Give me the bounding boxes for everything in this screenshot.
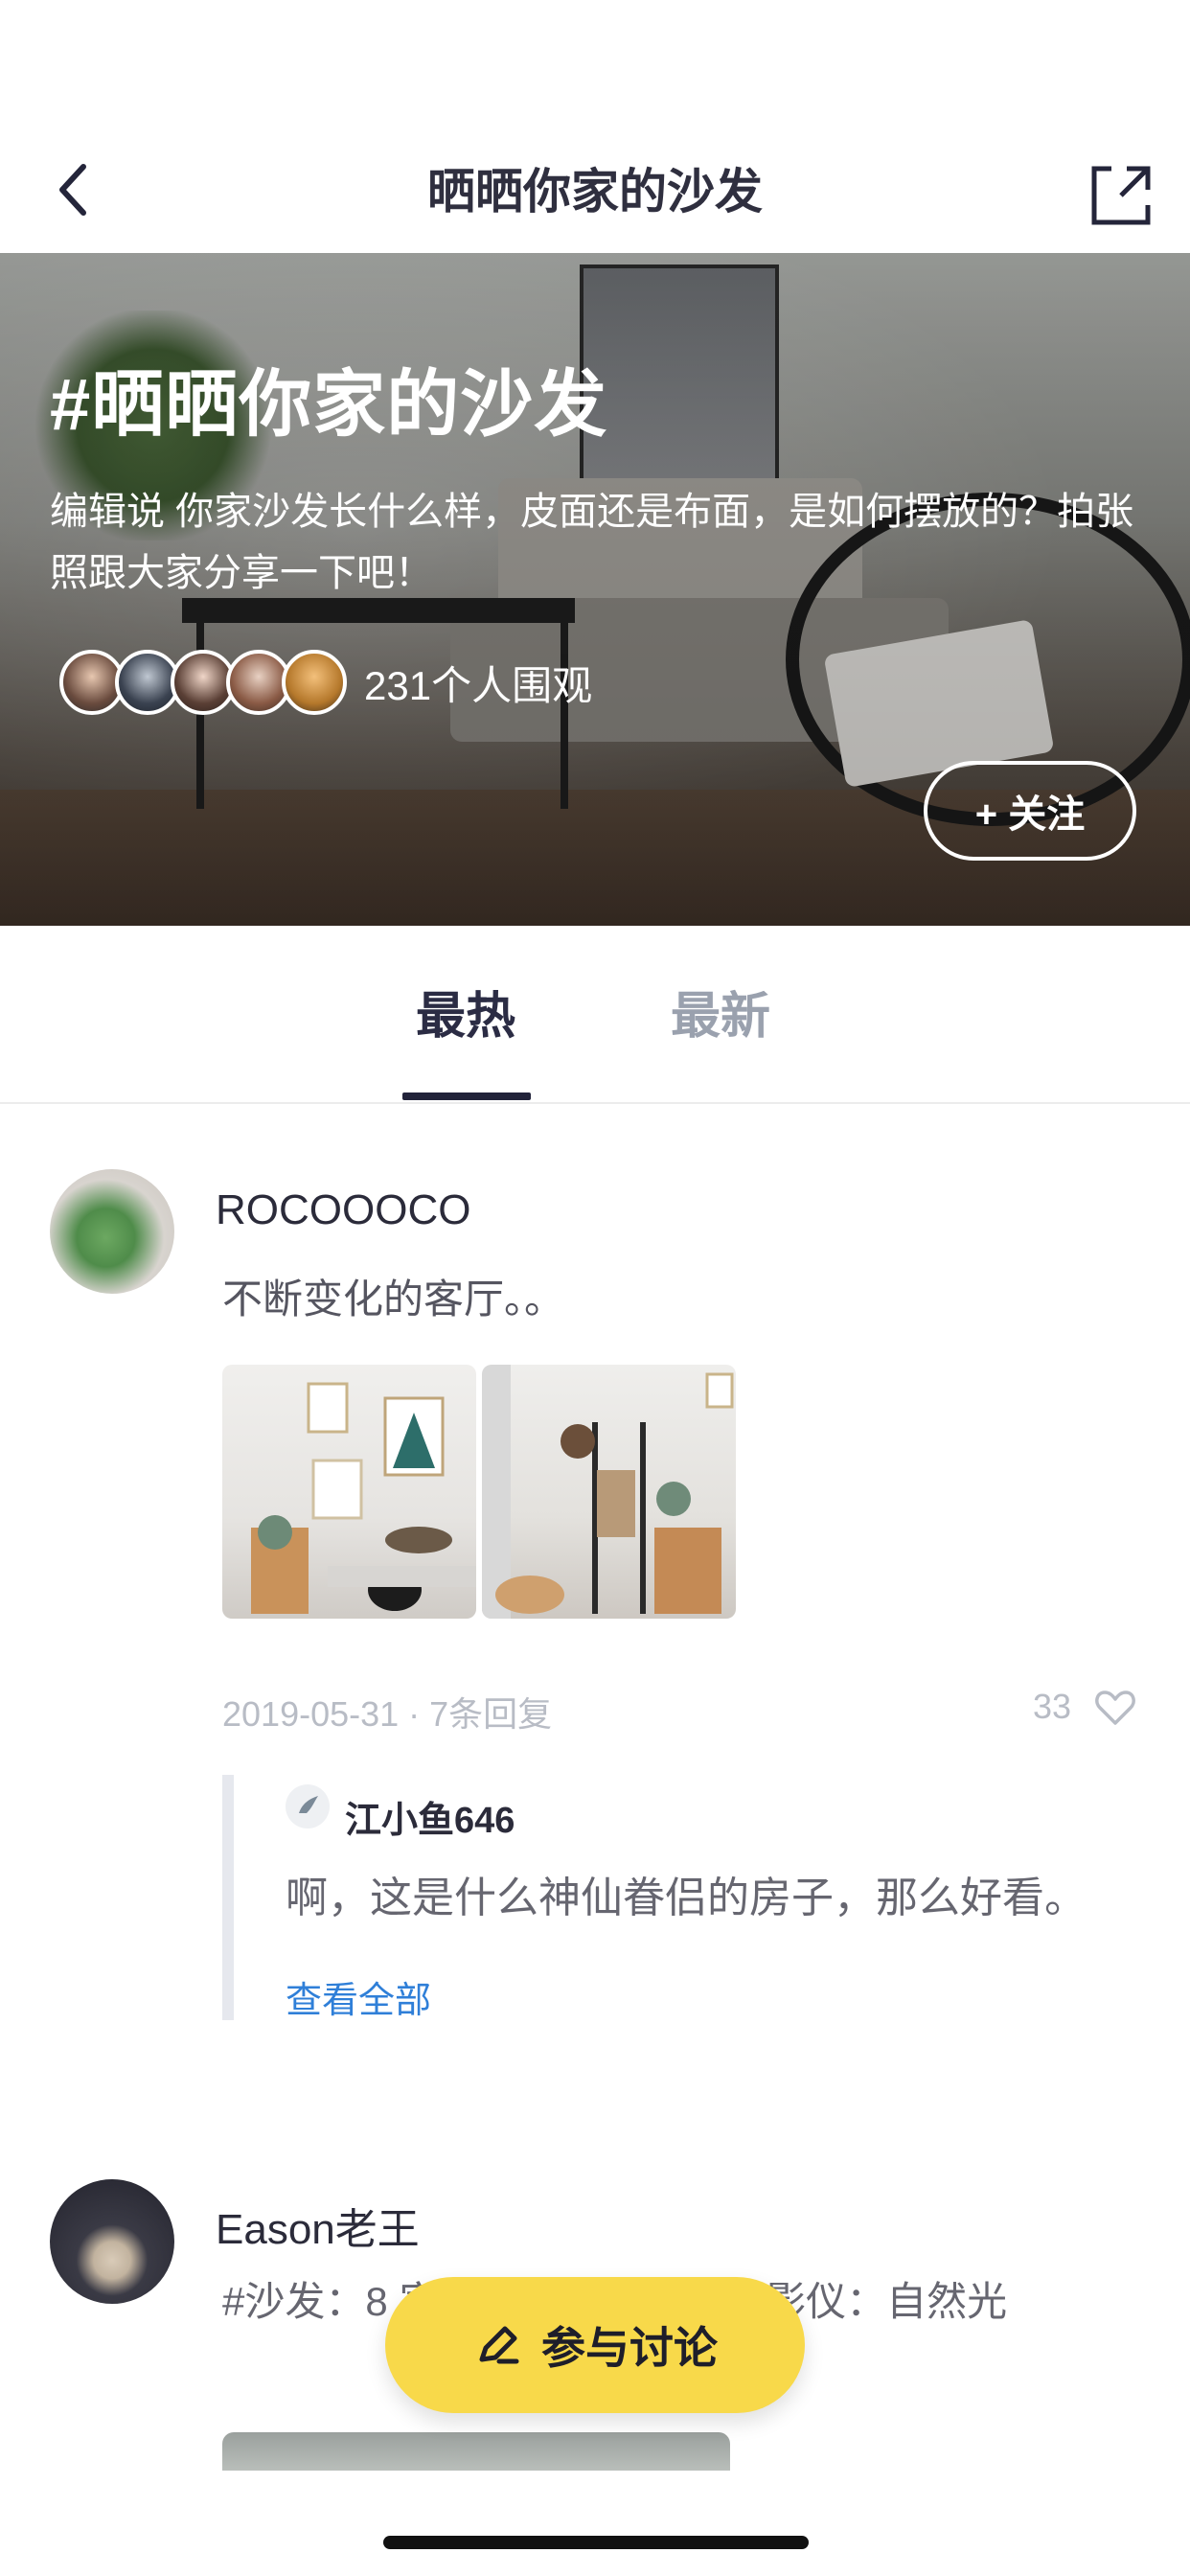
avatar[interactable]: [286, 1784, 330, 1828]
reply-quote-bar: [222, 1775, 234, 2020]
active-tab-indicator: [402, 1092, 531, 1100]
tab-new[interactable]: 最新: [671, 976, 770, 1047]
like-count: 33: [1033, 1687, 1072, 1726]
divider: [0, 1102, 1190, 1104]
join-discussion-button[interactable]: 参与讨论: [385, 2277, 805, 2413]
watcher-avatars[interactable]: [59, 650, 347, 715]
watch-count: 231个人围观: [364, 663, 593, 708]
post-image[interactable]: [482, 1365, 736, 1619]
follow-button[interactable]: + 关注: [924, 761, 1136, 861]
avatar: [282, 650, 347, 715]
view-all-replies-link[interactable]: 查看全部: [286, 1970, 431, 2023]
post-image[interactable]: [222, 1365, 476, 1619]
join-discussion-label: 参与讨论: [541, 2323, 718, 2373]
post-image-scene: [251, 1382, 476, 1614]
share-icon: [1091, 166, 1151, 225]
tab-hot[interactable]: 最热: [416, 976, 515, 1047]
post-image[interactable]: [222, 2432, 730, 2471]
bird-icon: [299, 1796, 318, 1813]
share-button[interactable]: [1083, 155, 1161, 234]
post-meta[interactable]: 2019-05-31 · 7条回复: [222, 1687, 552, 1736]
reply-author[interactable]: 江小鱼646: [345, 1790, 515, 1843]
topic-description: 编辑说 你家沙发长什么样，皮面还是布面，是如何摆放的？拍张照跟大家分享一下吧！: [50, 491, 1134, 594]
page-title: 晒晒你家的沙发: [427, 165, 763, 218]
topic-title: #晒晒你家的沙发: [50, 364, 608, 446]
avatar[interactable]: [50, 1169, 174, 1294]
post-text: 不断变化的客厅。。: [222, 1276, 565, 1322]
post-author[interactable]: Eason老王: [216, 2195, 420, 2256]
home-indicator[interactable]: [383, 2536, 809, 2549]
reply-text: 啊，这是什么神仙眷侣的房子，那么好看。: [286, 1874, 1087, 1921]
pen-icon: [479, 2326, 519, 2364]
avatar[interactable]: [50, 2179, 174, 2304]
heart-icon[interactable]: [1094, 1687, 1136, 1729]
post-author[interactable]: ROCOOOCO: [216, 1186, 470, 1234]
post-image-scene: [482, 1365, 734, 1619]
